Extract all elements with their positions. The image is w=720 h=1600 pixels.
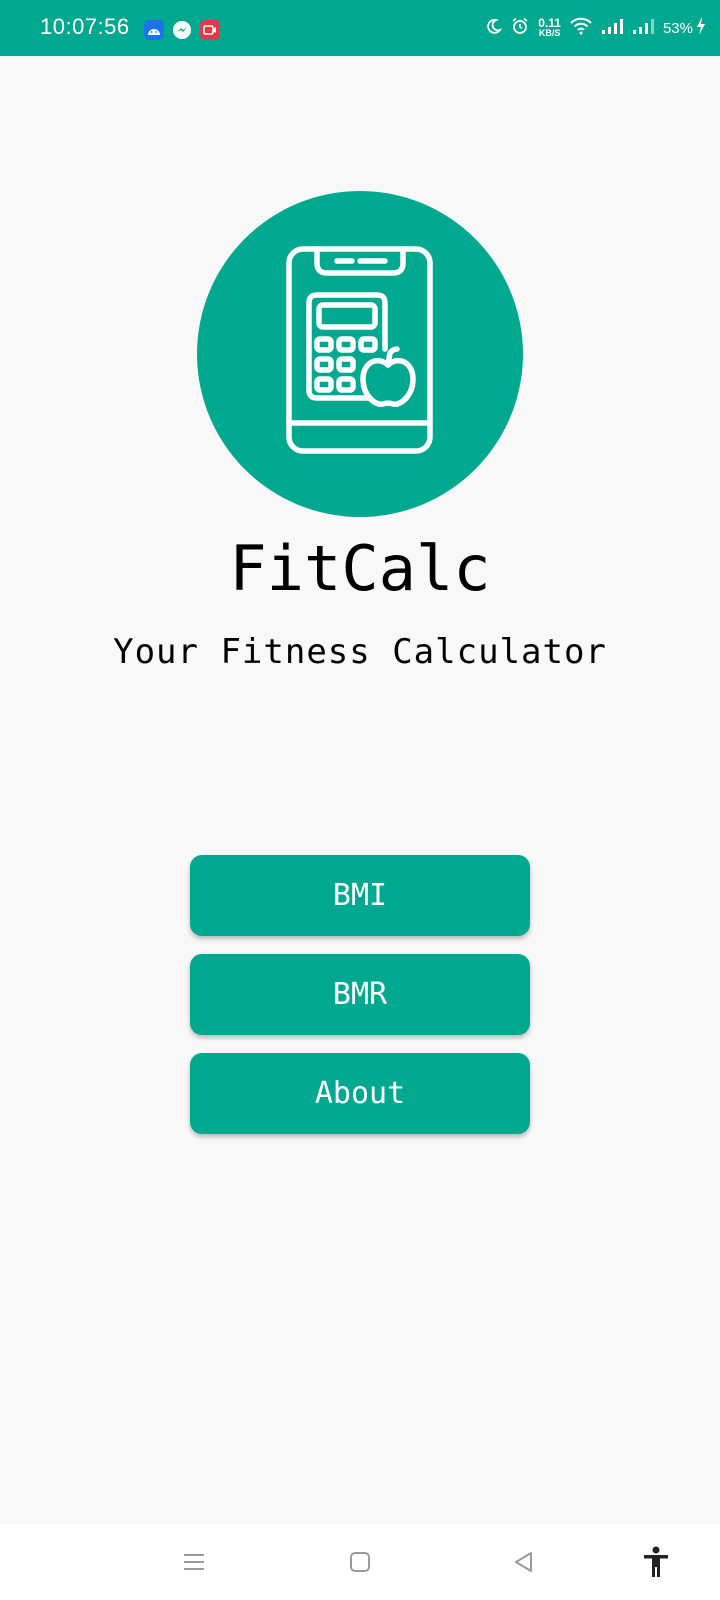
home-icon[interactable] — [340, 1542, 380, 1582]
net-speed-unit: KB/S — [538, 28, 561, 38]
alarm-icon — [511, 17, 529, 39]
android-icon — [144, 20, 164, 40]
app-title: FitCalc — [229, 532, 491, 605]
screen-recorder-icon — [200, 20, 220, 40]
recents-icon[interactable] — [174, 1542, 214, 1582]
app-subtitle: Your Fitness Calculator — [113, 632, 607, 672]
net-speed-value: 0.11 — [538, 16, 561, 30]
signal-icon — [632, 18, 654, 38]
about-button[interactable]: About — [190, 1053, 530, 1134]
wifi-icon — [570, 17, 592, 39]
net-speed: 0.11 KB/S — [538, 16, 561, 38]
bmr-button[interactable]: BMR — [190, 954, 530, 1035]
accessibility-icon[interactable] — [636, 1542, 676, 1582]
bmi-button[interactable]: BMI — [190, 855, 530, 936]
moon-icon — [486, 18, 503, 38]
navigation-bar — [0, 1524, 720, 1600]
back-icon[interactable] — [503, 1542, 543, 1582]
charging-icon — [696, 17, 706, 39]
calculator-apple-icon — [286, 246, 433, 454]
messenger-icon — [172, 20, 192, 40]
battery-level: 53% — [662, 19, 693, 37]
signal-icon — [601, 18, 623, 38]
app-logo — [197, 191, 523, 517]
status-bar: 10:07:56 0.11 KB/S 53% — [0, 0, 720, 56]
status-indicators: 0.11 KB/S 53% — [486, 0, 706, 56]
status-time: 10:07:56 — [40, 14, 130, 39]
